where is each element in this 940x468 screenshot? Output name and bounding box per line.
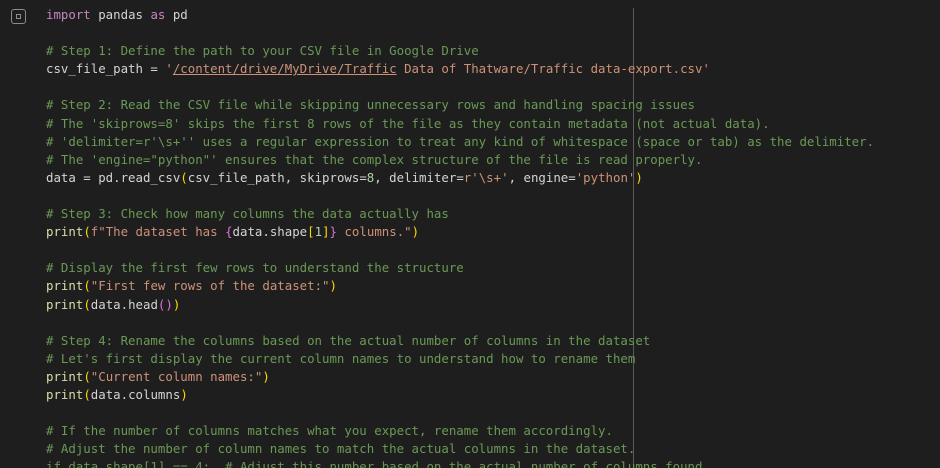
code-token: "First few rows of the dataset:" (90, 278, 330, 294)
code-token: columns." (337, 224, 412, 240)
code-token: ) (635, 169, 643, 185)
code-token: csv_file_path, skiprows= (187, 169, 367, 185)
code-token: ( (83, 386, 91, 402)
code-token: print (46, 368, 84, 384)
code-token: as (150, 7, 166, 22)
code-token: () (157, 296, 173, 312)
code-token: "Current column names:" (90, 368, 263, 384)
code-line[interactable]: print("First few rows of the dataset:") (46, 277, 940, 295)
code-line[interactable] (46, 314, 940, 332)
code-line[interactable]: print(f"The dataset has {data.shape[1]} … (46, 223, 940, 241)
code-token: } (329, 224, 338, 240)
code-token: /content/drive/MyDrive/Traffic (172, 61, 397, 77)
code-line[interactable] (46, 404, 940, 422)
code-token: data.shape (232, 224, 308, 240)
code-token: data.columns (90, 386, 181, 402)
code-token: 1 (314, 224, 323, 240)
code-token: print (46, 224, 84, 240)
code-line[interactable]: # 'delimiter=r'\s+'' uses a regular expr… (46, 133, 940, 151)
code-token: ) (262, 368, 270, 384)
code-line[interactable]: # Step 3: Check how many columns the dat… (46, 205, 940, 223)
code-token: f"The dataset has (90, 224, 226, 240)
code-token: data.head (90, 296, 158, 312)
code-line[interactable]: print(data.head()) (46, 296, 940, 314)
code-line[interactable]: import pandas as pd (46, 6, 940, 24)
code-token: pandas (90, 7, 151, 22)
code-line[interactable] (46, 187, 940, 205)
code-line[interactable]: # Step 2: Read the CSV file while skippi… (46, 96, 940, 114)
code-token: # Step 3: Check how many columns the dat… (46, 206, 449, 222)
code-token: 'python' (575, 169, 636, 185)
code-token: ' (165, 61, 173, 77)
code-token: csv_file_path = (46, 61, 166, 77)
code-token: print (46, 278, 84, 294)
code-token: ) (180, 386, 188, 402)
stop-icon (16, 14, 21, 19)
code-line[interactable]: # Let's first display the current column… (46, 350, 940, 368)
code-token: # Adjust the number of column names to m… (46, 441, 636, 457)
code-token: , engine= (508, 169, 576, 185)
code-line[interactable]: # Adjust the number of column names to m… (46, 440, 940, 458)
code-token: ( (83, 368, 91, 384)
code-line[interactable] (46, 241, 940, 259)
code-token: Data of Thatware/Traffic data-export.csv… (396, 61, 710, 77)
code-token: print (46, 386, 84, 402)
code-token: ) (411, 224, 420, 240)
code-token: ( (180, 169, 188, 185)
code-line[interactable]: # The 'engine="python"' ensures that the… (46, 151, 940, 169)
code-token: { (225, 224, 233, 240)
code-token: data = pd.read_csv (46, 169, 181, 185)
code-line[interactable]: # Step 1: Define the path to your CSV fi… (46, 42, 940, 60)
code-token: , delimiter= (374, 169, 464, 185)
code-line[interactable]: # If the number of columns matches what … (46, 422, 940, 440)
code-token: pd (165, 7, 188, 22)
code-token: # Step 2: Read the CSV file while skippi… (46, 97, 696, 113)
code-token: # If the number of columns matches what … (46, 423, 613, 439)
code-token: # 'delimiter=r'\s+'' uses a regular expr… (46, 133, 875, 149)
code-token: # Step 4: Rename the columns based on th… (46, 332, 651, 348)
code-line[interactable]: # Display the first few rows to understa… (46, 259, 940, 277)
code-token: # Let's first display the current column… (46, 350, 636, 366)
code-token: ( (83, 278, 91, 294)
code-cell[interactable]: import pandas as pd # Step 1: Define the… (0, 0, 940, 468)
code-line[interactable]: csv_file_path = '/content/drive/MyDrive/… (46, 60, 940, 78)
code-token: print (46, 296, 84, 312)
code-token: ( (83, 296, 91, 312)
code-token: # The 'skiprows=8' skips the first 8 row… (46, 115, 770, 131)
code-token: ) (172, 296, 181, 312)
code-token: ] (322, 224, 330, 240)
code-token: r'\s+' (463, 169, 509, 185)
code-editor[interactable]: import pandas as pd # Step 1: Define the… (46, 6, 940, 468)
code-token: ) (329, 278, 337, 294)
run-cell-button[interactable] (11, 9, 26, 24)
code-token: if data.shape[1] == 4: # Adjust this num… (46, 459, 703, 468)
code-line[interactable]: # The 'skiprows=8' skips the first 8 row… (46, 115, 940, 133)
code-line[interactable]: data = pd.read_csv(csv_file_path, skipro… (46, 169, 940, 187)
code-line[interactable]: print(data.columns) (46, 386, 940, 404)
code-line[interactable]: # Step 4: Rename the columns based on th… (46, 332, 940, 350)
code-token: # Step 1: Define the path to your CSV fi… (46, 43, 479, 59)
code-line[interactable]: print("Current column names:") (46, 368, 940, 386)
code-token: # The 'engine="python"' ensures that the… (46, 151, 703, 167)
code-token: [ (307, 224, 315, 240)
code-token: # Display the first few rows to understa… (46, 260, 464, 276)
code-line[interactable] (46, 78, 940, 96)
code-token: ( (83, 224, 91, 240)
code-line[interactable] (46, 24, 940, 42)
code-line[interactable]: if data.shape[1] == 4: # Adjust this num… (46, 458, 940, 468)
code-token: import (46, 7, 91, 22)
